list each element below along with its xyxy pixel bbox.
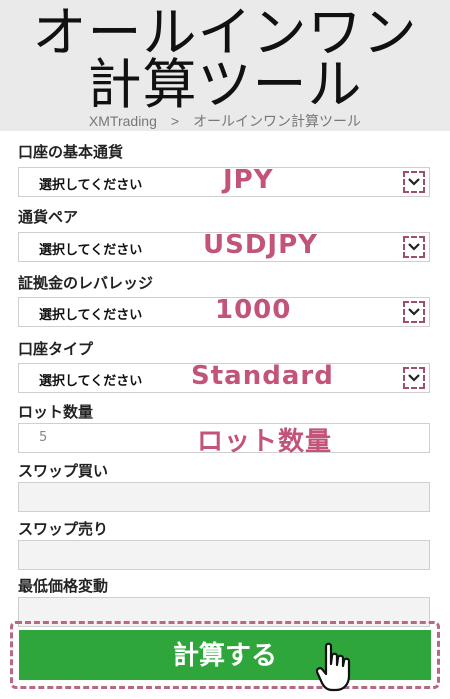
lot-size-label: ロット数量: [18, 403, 94, 421]
page-header: オールインワン 計算ツール XMTrading > オールインワン計算ツール: [0, 0, 450, 131]
swap-buy-field: [18, 482, 430, 512]
swap-sell-field: [18, 540, 430, 570]
currency-pair-annotation: USDJPY: [203, 230, 318, 260]
page-title-line2: 計算ツール: [87, 53, 363, 116]
pointer-hand-icon: [315, 642, 358, 698]
leverage-placeholder: 選択してください: [39, 308, 143, 323]
account-type-select[interactable]: 選択してください Standard: [18, 361, 430, 393]
account-type-placeholder: 選択してください: [39, 374, 143, 389]
account-type-label: 口座タイプ: [18, 340, 94, 358]
account-currency-annotation: JPY: [223, 165, 274, 195]
swap-buy-label: スワップ買い: [18, 462, 109, 480]
swap-sell-label: スワップ売り: [18, 520, 109, 538]
leverage-select[interactable]: 選択してください 1000: [18, 295, 430, 327]
breadcrumb-current: オールインワン計算ツール: [193, 113, 362, 129]
leverage-annotation: 1000: [215, 295, 292, 325]
breadcrumb: XMTrading > オールインワン計算ツール: [0, 111, 450, 131]
lot-size-annotation: ロット数量: [197, 427, 333, 457]
chevron-down-icon[interactable]: [403, 367, 425, 389]
account-currency-select[interactable]: 選択してください JPY: [18, 165, 430, 197]
currency-pair-placeholder: 選択してください: [39, 243, 143, 258]
account-type-annotation: Standard: [191, 361, 334, 391]
breadcrumb-home-link[interactable]: XMTrading: [89, 113, 157, 129]
currency-pair-label: 通貨ペア: [18, 208, 79, 226]
account-currency-placeholder: 選択してください: [39, 178, 143, 193]
breadcrumb-separator: >: [170, 113, 180, 129]
min-price-change-label: 最低価格変動: [18, 577, 109, 595]
chevron-down-icon[interactable]: [403, 171, 425, 193]
currency-pair-select[interactable]: 選択してください USDJPY: [18, 230, 430, 262]
calculate-button[interactable]: 計算する: [19, 630, 431, 680]
account-currency-label: 口座の基本通貨: [18, 143, 124, 161]
lot-size-value: 5: [39, 430, 48, 445]
submit-highlight: 計算する: [10, 621, 440, 689]
leverage-label: 証拠金のレバレッジ: [18, 274, 154, 292]
chevron-down-icon[interactable]: [403, 236, 425, 258]
chevron-down-icon[interactable]: [403, 301, 425, 323]
lot-size-input[interactable]: 5 ロット数量: [18, 423, 430, 457]
